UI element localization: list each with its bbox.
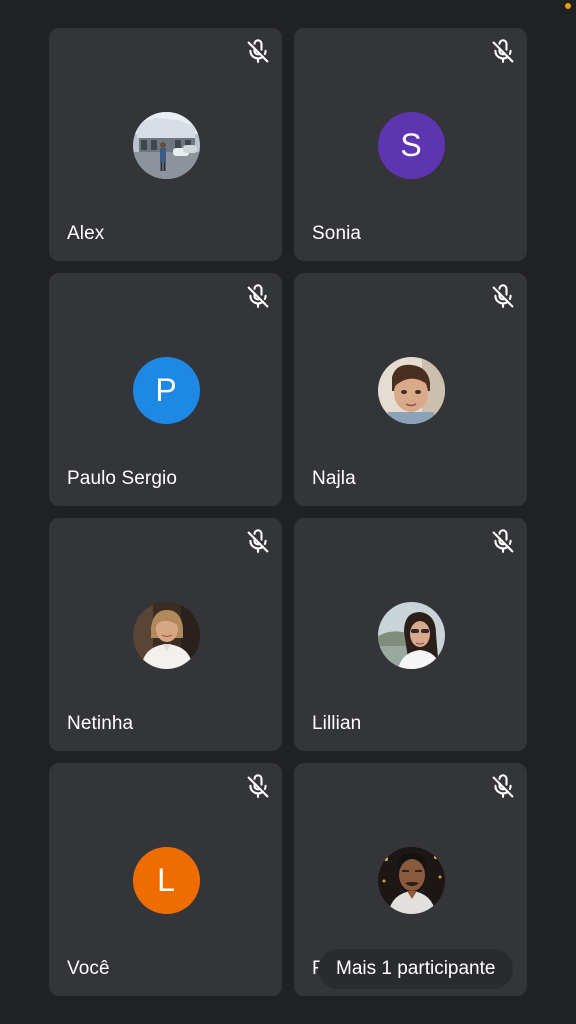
participant-name: Netinha — [67, 713, 134, 734]
avatar-photo — [132, 601, 200, 669]
participant-name: Paulo Sergio — [67, 468, 177, 489]
participant-tile-netinha[interactable]: Netinha — [49, 518, 282, 751]
participant-tile-alex[interactable]: Alex — [49, 28, 282, 261]
avatar-initial: L — [132, 846, 200, 914]
recording-dot-icon — [565, 3, 571, 9]
avatar-photo — [377, 846, 445, 914]
participant-name: Sonia — [312, 223, 362, 244]
mic-off-icon — [247, 284, 269, 308]
participant-tile-najla[interactable]: Najla — [294, 273, 527, 506]
participant-name: Lillian — [312, 713, 362, 734]
meeting-screen: Alex S Sonia P Paulo Sergio Najla Netinh… — [0, 0, 576, 1024]
mic-off-icon — [492, 39, 514, 63]
mic-off-icon — [247, 529, 269, 553]
avatar-initial: P — [132, 356, 200, 424]
participant-tile-voce[interactable]: L Você — [49, 763, 282, 996]
participant-grid: Alex S Sonia P Paulo Sergio Najla Netinh… — [49, 28, 527, 996]
avatar-photo — [377, 601, 445, 669]
participant-name: Najla — [312, 468, 356, 489]
avatar-letter: P — [155, 371, 177, 408]
mic-off-icon — [492, 284, 514, 308]
mic-off-icon — [247, 774, 269, 798]
avatar-photo — [132, 111, 200, 179]
more-participants-button[interactable]: Mais 1 participante — [318, 949, 514, 989]
participant-tile-r[interactable]: R Mais 1 participante — [294, 763, 527, 996]
avatar-photo — [377, 356, 445, 424]
participant-tile-lillian[interactable]: Lillian — [294, 518, 527, 751]
mic-off-icon — [492, 529, 514, 553]
mic-off-icon — [492, 774, 514, 798]
participant-tile-sonia[interactable]: S Sonia — [294, 28, 527, 261]
participant-name: Você — [67, 958, 110, 979]
avatar-letter: L — [157, 861, 175, 898]
avatar-letter: S — [400, 126, 422, 163]
participant-tile-paulo-sergio[interactable]: P Paulo Sergio — [49, 273, 282, 506]
avatar-initial: S — [377, 111, 445, 179]
mic-off-icon — [247, 39, 269, 63]
participant-name: Alex — [67, 223, 105, 244]
